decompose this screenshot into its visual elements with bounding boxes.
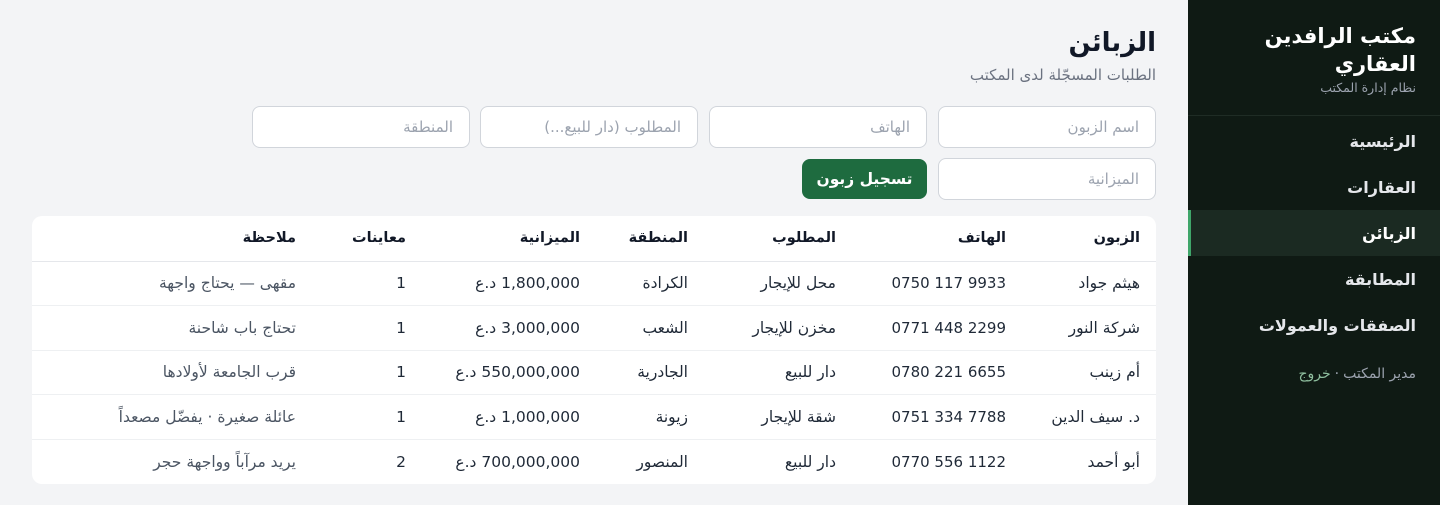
customers-table: الزبون الهاتف المطلوب المنطقة الميزانية …: [32, 216, 1156, 484]
cell-area: الشعب: [596, 305, 704, 351]
cell-wanted: شقة للإيجار: [704, 394, 852, 440]
cell-area: زيونة: [596, 394, 704, 440]
cell-note: مقهى — يحتاج واجهة: [32, 261, 312, 306]
sidebar: مكتب الرافدين العقاري نظام إدارة المكتب …: [1188, 0, 1440, 505]
table-header-row: الزبون الهاتف المطلوب المنطقة الميزانية …: [32, 216, 1156, 262]
user-role: مدير المكتب: [1343, 366, 1416, 382]
col-wanted: المطلوب: [704, 216, 852, 262]
sidebar-nav: الرئيسية العقارات الزبائن المطابقة الصفق…: [1188, 118, 1440, 348]
cell-wanted: دار للبيع: [704, 350, 852, 395]
customers-table-card: الزبون الهاتف المطلوب المنطقة الميزانية …: [32, 216, 1156, 484]
col-customer: الزبون: [1022, 216, 1156, 262]
table-row[interactable]: أبو أحمد 0770 556 1122 دار للبيع المنصور…: [32, 439, 1156, 484]
cell-phone: 0751 334 7788: [852, 394, 1022, 440]
cell-area: المنصور: [636, 452, 688, 471]
phone-input[interactable]: [709, 106, 927, 148]
cell-customer: هيثم جواد: [1022, 261, 1156, 306]
table-row[interactable]: د. سيف الدين 0751 334 7788 شقة للإيجار ز…: [32, 394, 1156, 440]
budget-input[interactable]: [938, 158, 1156, 200]
table-row[interactable]: أم زينب 0780 221 6655 دار للبيع الجادرية…: [32, 350, 1156, 395]
wanted-input[interactable]: [480, 106, 698, 148]
sidebar-item-customers[interactable]: الزبائن: [1188, 210, 1440, 256]
cell-customer: أبو أحمد: [1087, 452, 1140, 471]
page-subtitle: الطلبات المسجّلة لدى المكتب: [969, 66, 1156, 84]
col-budget: الميزانية: [422, 216, 596, 262]
col-viewings: معاينات: [312, 216, 422, 262]
cell-budget: 550,000,000 د.ع: [422, 350, 596, 395]
cell-phone: 0750 117 9933: [852, 261, 1022, 306]
sidebar-item-deals[interactable]: الصفقات والعمولات: [1188, 302, 1440, 348]
col-area: المنطقة: [596, 216, 704, 262]
cell-wanted: مخزن للإيجار: [704, 305, 852, 351]
cell-viewings: 1: [312, 261, 422, 306]
cell-area: الكرادة: [596, 261, 704, 306]
brand-subtitle: نظام إدارة المكتب: [1320, 80, 1416, 95]
cell-note: عائلة صغيرة · يفضّل مصعداً: [32, 394, 312, 440]
cell-customer: أم زينب: [1022, 350, 1156, 395]
user-line: مدير المكتب · خروج: [1188, 354, 1440, 394]
cell-note: يريد مرآباً وواجهة حجر: [153, 452, 296, 471]
page-title: الزبائن: [1068, 28, 1156, 58]
col-note: ملاحظة: [32, 216, 312, 262]
brand: مكتب الرافدين العقاري نظام إدارة المكتب: [1188, 0, 1440, 116]
cell-viewings: 1: [312, 394, 422, 440]
cell-viewings: 1: [312, 305, 422, 351]
table-row[interactable]: هيثم جواد 0750 117 9933 محل للإيجار الكر…: [32, 261, 1156, 306]
cell-budget: 3,000,000 د.ع: [422, 305, 596, 351]
cell-phone: 0771 448 2299: [852, 305, 1022, 351]
cell-viewings: 2: [396, 452, 406, 471]
cell-phone: 0780 221 6655: [852, 350, 1022, 395]
area-input[interactable]: [252, 106, 470, 148]
cell-budget: 1,000,000 د.ع: [422, 394, 596, 440]
cell-wanted: دار للبيع: [784, 452, 836, 471]
cell-budget: 1,800,000 د.ع: [422, 261, 596, 306]
cell-note: تحتاج باب شاحنة: [32, 305, 312, 351]
logout-link[interactable]: خروج: [1298, 366, 1330, 382]
cell-phone: 0770 556 1122: [891, 452, 1006, 471]
cell-customer: شركة النور: [1022, 305, 1156, 351]
cell-area: الجادرية: [596, 350, 704, 395]
cell-wanted: محل للإيجار: [704, 261, 852, 306]
cell-note: قرب الجامعة لأولادها: [32, 350, 312, 395]
customer-name-input[interactable]: [938, 106, 1156, 148]
brand-title: مكتب الرافدين العقاري: [1264, 24, 1416, 76]
sidebar-item-matching[interactable]: المطابقة: [1188, 256, 1440, 302]
cell-viewings: 1: [312, 350, 422, 395]
cell-customer: د. سيف الدين: [1022, 394, 1156, 440]
sidebar-item-properties[interactable]: العقارات: [1188, 164, 1440, 210]
col-phone: الهاتف: [852, 216, 1022, 262]
sidebar-item-home[interactable]: الرئيسية: [1188, 118, 1440, 164]
register-customer-button[interactable]: تسجيل زبون: [802, 159, 927, 199]
table-row[interactable]: شركة النور 0771 448 2299 مخزن للإيجار ال…: [32, 305, 1156, 351]
cell-budget: 700,000,000 د.ع: [455, 452, 580, 471]
separator-dot: ·: [1334, 366, 1340, 382]
